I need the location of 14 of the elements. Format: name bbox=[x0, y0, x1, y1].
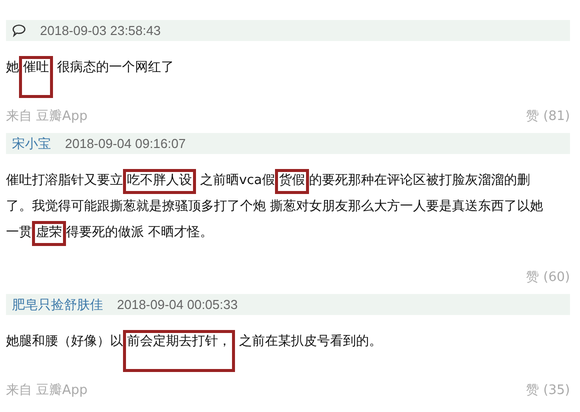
comment-text: 她腿和腰（好像）以 前会定期去打针， 之前在某扒皮号看到的。 bbox=[6, 329, 554, 377]
comment-text: 催吐打溶脂针又要立 吃不胖人设 之前晒vca假 货假 的要死那种在评论区被打脸灰溜溜的删了。我觉得可能跟撕葱就是撩骚顶多打了个炮 撕葱对女朋友那么大方一人要是真送东西了以她一贯 虚荣 得要死的做派 不晒才怪。 bbox=[6, 168, 554, 250]
username[interactable]: 宋小宝 bbox=[12, 134, 51, 152]
username[interactable]: 肥皂只捡舒肤佳 bbox=[12, 296, 103, 314]
comment-text: 她 催吐 很病态的一个网红了 bbox=[6, 55, 554, 103]
comment-time: 2018-09-04 00:05:33 bbox=[117, 297, 238, 312]
comment-time: 2018-09-04 09:16:07 bbox=[65, 136, 186, 151]
comment-time: 2018-09-03 23:58:43 bbox=[40, 23, 161, 38]
source-label: 来自 豆瓣App bbox=[6, 108, 88, 125]
like-button[interactable]: 赞 (35) bbox=[526, 381, 570, 399]
like-button[interactable]: 赞 (60) bbox=[526, 268, 570, 286]
like-button[interactable]: 赞 (81) bbox=[526, 107, 570, 125]
source-label: 来自 豆瓣App bbox=[6, 382, 88, 399]
speech-bubble-icon bbox=[12, 24, 26, 37]
